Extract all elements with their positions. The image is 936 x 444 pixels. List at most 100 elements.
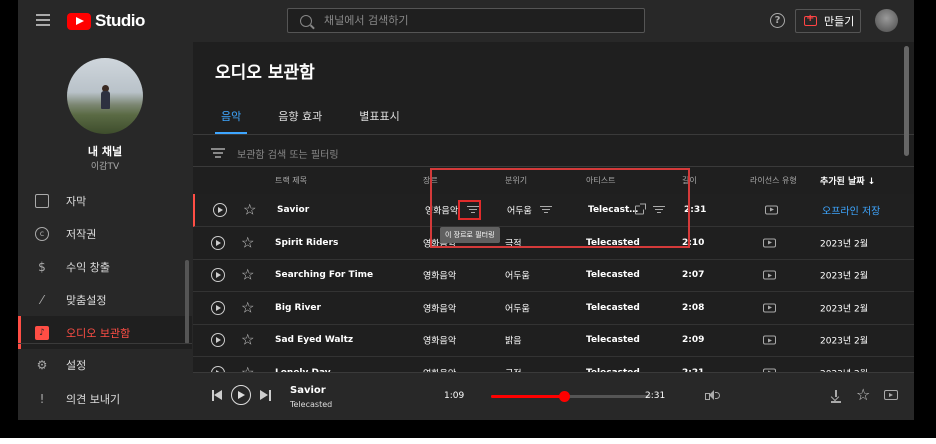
sidebar: 내 채널 이감TV 자막 c 저작권 $ 수익 창출 ⁄ 맞춤설정 ♪ 오디오 … — [18, 42, 192, 420]
sidebar-item-label: 맞춤설정 — [66, 293, 107, 307]
play-icon[interactable] — [213, 202, 227, 217]
account-avatar[interactable] — [875, 9, 898, 32]
track-genre: 영화음악 — [423, 271, 457, 282]
youtube-license-icon — [763, 270, 776, 280]
previous-track-icon[interactable] — [212, 390, 223, 401]
youtube-logo-icon — [67, 12, 91, 30]
create-video-icon — [804, 13, 817, 26]
track-title: Big River — [275, 302, 321, 313]
library-filter[interactable]: 보관함 검색 또는 필터링 — [211, 142, 339, 164]
progress-knob[interactable] — [559, 391, 571, 402]
track-length: 2:07 — [682, 270, 705, 281]
channel-avatar[interactable] — [67, 58, 143, 134]
track-title: Sad Eyed Waltz — [275, 335, 354, 346]
track-title: Savior — [277, 204, 310, 215]
player-track-title: Savior — [290, 385, 326, 396]
sidebar-item-copyright[interactable]: c 저작권 — [18, 217, 192, 250]
track-mood: 밝음 — [505, 336, 522, 347]
star-icon[interactable]: ☆ — [856, 387, 870, 403]
genre-filter-highlight — [458, 200, 481, 220]
create-button[interactable]: 만들기 — [795, 9, 861, 33]
tab-music[interactable]: 음악 — [215, 104, 248, 134]
player-current-time: 1:09 — [444, 391, 465, 401]
next-track-icon[interactable] — [260, 390, 271, 401]
sidebar-item-label: 자막 — [66, 194, 87, 208]
sidebar-item-settings[interactable]: ⚙ 설정 — [18, 348, 192, 382]
tab-sound-effects[interactable]: 음향 효과 — [272, 104, 328, 134]
track-length: 2:08 — [682, 302, 705, 313]
sidebar-item-label: 저작권 — [66, 227, 97, 241]
subtitles-icon — [35, 193, 49, 208]
logo-text: Studio — [95, 11, 145, 30]
track-date-added: 2023년 2월 — [820, 271, 869, 282]
youtube-icon[interactable] — [884, 390, 898, 400]
table-row[interactable]: ☆ Sad Eyed Waltz 영화음악 밝음 Telecasted 2:09… — [193, 325, 914, 357]
track-genre: 영화음악 — [423, 304, 457, 315]
track-artist: Telecasted — [586, 270, 640, 281]
magic-wand-icon: ⁄ — [40, 292, 43, 307]
sidebar-nav: 자막 c 저작권 $ 수익 창출 ⁄ 맞춤설정 ♪ 오디오 보관함 — [18, 184, 192, 349]
track-date-added: 2023년 2월 — [820, 336, 869, 347]
column-license[interactable]: 라이선스 유형 — [750, 175, 797, 186]
audio-library-icon: ♪ — [35, 325, 49, 340]
track-mood: 어두움 — [505, 271, 530, 282]
youtube-studio-logo[interactable]: Studio — [67, 11, 145, 31]
filter-placeholder: 보관함 검색 또는 필터링 — [237, 149, 339, 161]
tab-bar: 음악 음향 효과 별표표시 — [215, 104, 431, 134]
main-content: 오디오 보관함 음악 음향 효과 별표표시 보관함 검색 또는 필터링 트랙 제… — [193, 42, 914, 420]
download-icon[interactable] — [831, 390, 841, 401]
youtube-license-icon — [765, 205, 778, 215]
volume-icon[interactable] — [705, 390, 720, 401]
filter-divider — [193, 166, 914, 167]
channel-handle: 이감TV — [90, 162, 120, 172]
sidebar-scrollbar[interactable] — [185, 260, 189, 344]
star-icon[interactable]: ☆ — [243, 202, 256, 217]
column-date-added[interactable]: 추가된 날짜 ↓ — [820, 174, 875, 187]
copyright-icon: c — [35, 226, 49, 241]
page-title: 오디오 보관함 — [215, 63, 315, 83]
sidebar-item-feedback[interactable]: ! 의견 보내기 — [18, 382, 192, 416]
column-title[interactable]: 트랙 제목 — [275, 175, 307, 186]
top-bar: Studio ? 만들기 — [18, 0, 914, 42]
player-track-artist: Telecasted — [290, 400, 333, 409]
help-icon[interactable]: ? — [770, 13, 785, 28]
play-icon[interactable] — [211, 333, 225, 348]
table-row[interactable]: ☆ Big River 영화음악 어두움 Telecasted 2:08 202… — [193, 292, 914, 325]
search-input[interactable] — [324, 14, 624, 27]
audio-player: Savior Telecasted 1:09 2:31 ☆ — [193, 372, 914, 420]
youtube-license-icon — [763, 238, 776, 248]
save-offline-link[interactable]: 오프라인 저장 — [822, 202, 880, 217]
gear-icon: ⚙ — [36, 358, 48, 372]
bottom-edge — [0, 438, 936, 444]
sidebar-item-monetization[interactable]: $ 수익 창출 — [18, 250, 192, 283]
dollar-icon: $ — [38, 259, 46, 274]
menu-icon[interactable] — [36, 14, 50, 26]
track-title: Spirit Riders — [275, 237, 339, 248]
sidebar-item-audio-library[interactable]: ♪ 오디오 보관함 — [18, 316, 192, 349]
filter-icon — [211, 148, 225, 158]
play-icon[interactable] — [211, 268, 225, 283]
search-box[interactable] — [287, 8, 645, 33]
play-pause-icon[interactable] — [231, 385, 251, 405]
sidebar-item-label: 의견 보내기 — [66, 393, 121, 406]
search-icon — [300, 14, 312, 27]
progress-fill — [491, 395, 565, 398]
play-icon[interactable] — [211, 235, 225, 250]
sidebar-item-subtitles[interactable]: 자막 — [18, 184, 192, 217]
play-icon[interactable] — [211, 300, 225, 315]
progress-slider[interactable] — [491, 391, 651, 402]
channel-name: 내 채널 — [87, 145, 123, 158]
star-icon[interactable]: ☆ — [241, 235, 254, 250]
star-icon[interactable]: ☆ — [241, 332, 254, 348]
main-scrollbar[interactable] — [904, 46, 909, 156]
star-icon[interactable]: ☆ — [241, 300, 254, 315]
youtube-license-icon — [763, 335, 776, 345]
genre-filter-tooltip: 이 장르로 필터링 — [440, 227, 500, 243]
star-icon[interactable]: ☆ — [241, 267, 254, 283]
sidebar-item-customization[interactable]: ⁄ 맞춤설정 — [18, 283, 192, 316]
track-mood: 어두움 — [505, 304, 530, 315]
studio-window: Studio ? 만들기 내 채널 이감TV 자막 c 저작권 — [18, 0, 914, 420]
table-row[interactable]: ☆ Searching For Time 영화음악 어두움 Telecasted… — [193, 260, 914, 292]
youtube-license-icon — [763, 303, 776, 313]
tab-starred[interactable]: 별표표시 — [353, 104, 405, 134]
